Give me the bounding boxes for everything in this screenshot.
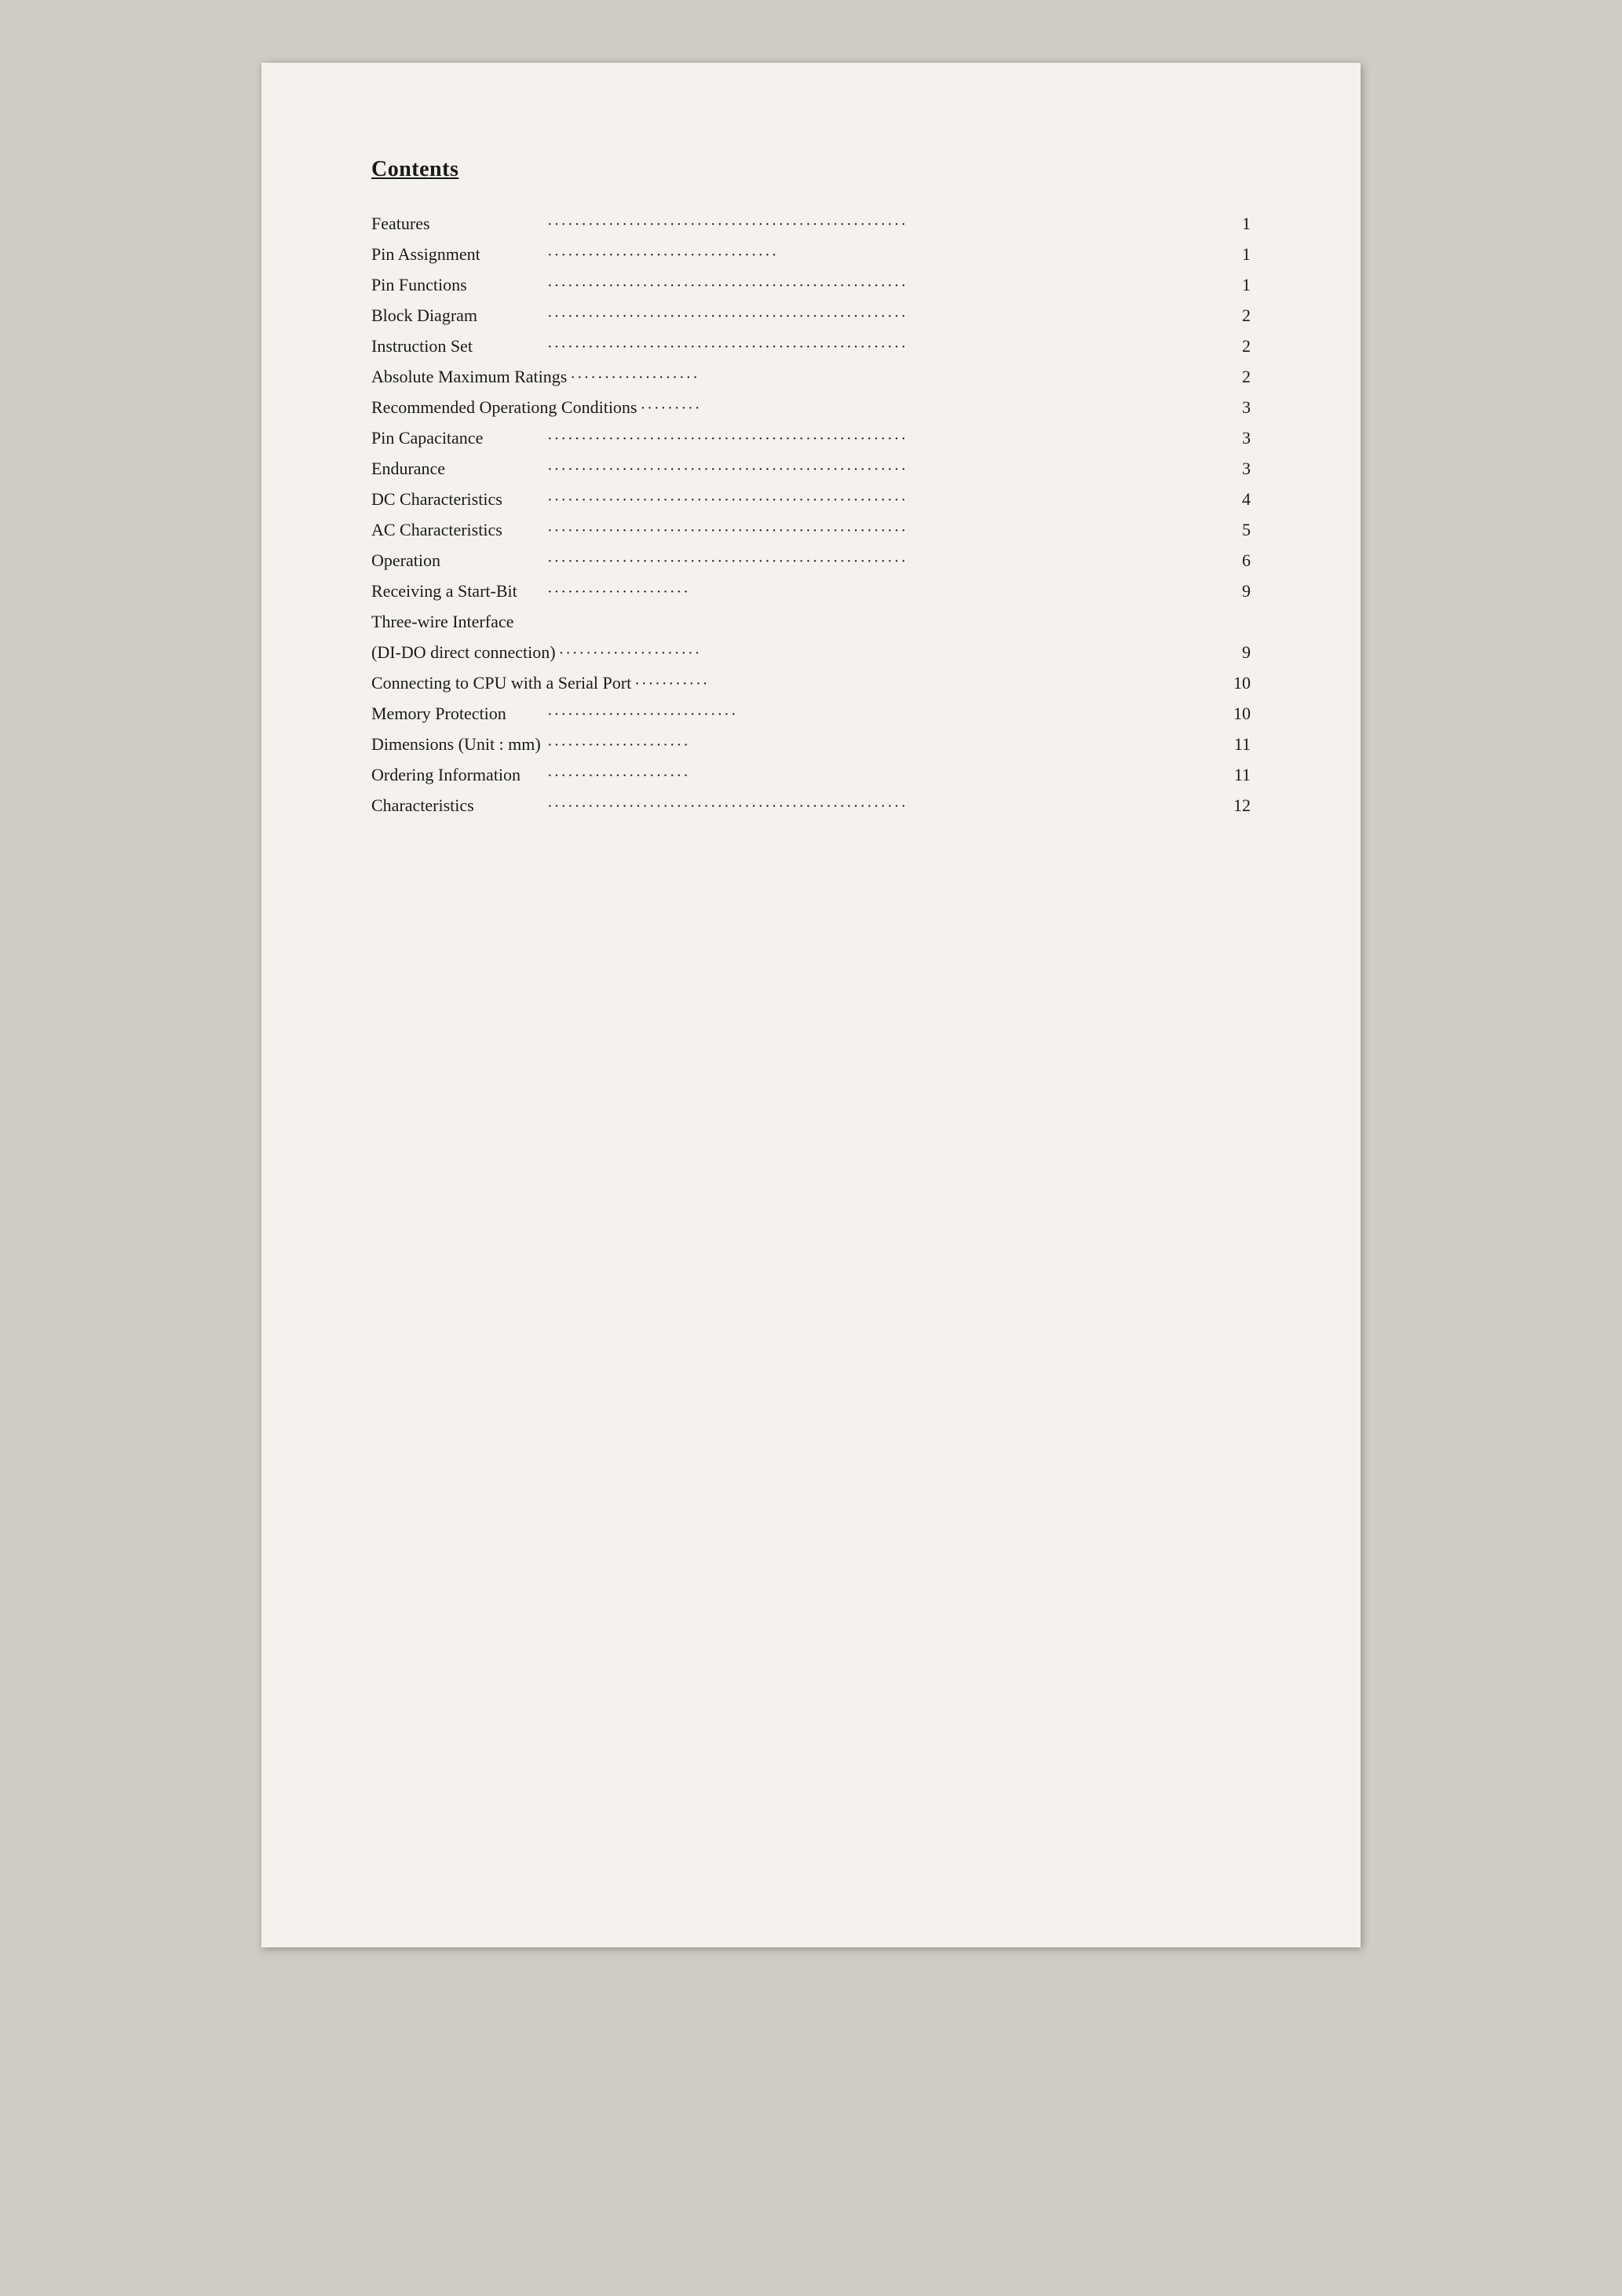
toc-entry-page: 11 [1227, 731, 1251, 757]
toc-entry-label: Features [371, 210, 544, 236]
toc-row: Characteristics·························… [371, 792, 1251, 818]
toc-row: Receiving a Start-Bit···················… [371, 578, 1251, 604]
toc-entry-page: 3 [1227, 425, 1251, 451]
toc-entry-dots: ·································· [544, 243, 1227, 267]
toc-entry-label: Three-wire Interface [371, 609, 544, 634]
toc-entry-label: Absolute Maximum Ratings [371, 364, 567, 389]
contents-heading: Contents [371, 157, 1251, 182]
toc-entry-dots: ··················· [567, 366, 1227, 389]
toc-entry-label: Receiving a Start-Bit [371, 578, 544, 604]
toc-entry-page: 9 [1227, 578, 1251, 604]
toc-entry-page: 10 [1227, 670, 1251, 696]
toc-entry-dots: ········································… [544, 550, 1227, 573]
toc-entry-dots: ········································… [544, 795, 1227, 818]
toc-entry-page: 9 [1227, 639, 1251, 665]
toc-row: DC Characteristics······················… [371, 486, 1251, 512]
toc-entry-dots: ········································… [544, 213, 1227, 236]
toc-row: Pin Capacitance·························… [371, 425, 1251, 451]
toc-entry-dots: ····················· [556, 642, 1227, 665]
toc-entry-page: 2 [1227, 333, 1251, 359]
toc-entry-page: 4 [1227, 486, 1251, 512]
toc-entry-label: Recommended Operationg Conditions [371, 394, 637, 420]
toc-entry-page: 6 [1227, 547, 1251, 573]
toc-entry-dots: ········································… [544, 427, 1227, 451]
toc-entry-dots: ········································… [544, 335, 1227, 359]
toc-entry-page: 1 [1227, 272, 1251, 298]
toc-row: Pin Functions···························… [371, 272, 1251, 298]
toc-entry-label: Operation [371, 547, 544, 573]
toc-entry-page: 5 [1227, 517, 1251, 543]
toc-entry-dots: ····················· [544, 764, 1227, 788]
toc-entry-dots: ····················· [544, 733, 1227, 757]
toc-entry-page: 1 [1227, 241, 1251, 267]
toc-row: (DI-DO direct connection)···············… [371, 639, 1251, 665]
toc-entry-label: Pin Functions [371, 272, 544, 298]
toc-row: Ordering Information····················… [371, 762, 1251, 788]
toc-entry-page: 11 [1227, 762, 1251, 788]
toc-row: Connecting to CPU with a Serial Port····… [371, 670, 1251, 696]
toc-entry-label: Connecting to CPU with a Serial Port [371, 670, 631, 696]
toc-row: Endurance·······························… [371, 455, 1251, 481]
toc-entry-dots: ····················· [544, 580, 1227, 604]
toc-entry-page: 3 [1227, 394, 1251, 420]
toc-entry-dots: ··········· [631, 672, 1227, 696]
toc-entry-dots: ········································… [544, 519, 1227, 543]
toc-entry-page: 10 [1227, 700, 1251, 726]
toc-entry-label: Dimensions (Unit : mm) [371, 731, 544, 757]
toc-row: Operation·······························… [371, 547, 1251, 573]
toc-row: AC Characteristics······················… [371, 517, 1251, 543]
toc-entry-dots: ········································… [544, 488, 1227, 512]
toc-entry-label: Instruction Set [371, 333, 544, 359]
toc-entry-label: Endurance [371, 455, 544, 481]
toc-container: Features································… [371, 210, 1251, 818]
toc-row: Dimensions (Unit : mm)··················… [371, 731, 1251, 757]
toc-entry-dots: ········· [637, 397, 1228, 420]
toc-entry-label: Block Diagram [371, 302, 544, 328]
toc-entry-label: DC Characteristics [371, 486, 544, 512]
toc-entry-label: Memory Protection [371, 700, 544, 726]
toc-row: Pin Assignment··························… [371, 241, 1251, 267]
toc-row: Block Diagram···························… [371, 302, 1251, 328]
toc-entry-label: Pin Assignment [371, 241, 544, 267]
toc-entry-label: (DI-DO direct connection) [371, 639, 556, 665]
toc-entry-label: Characteristics [371, 792, 544, 818]
toc-row: Features································… [371, 210, 1251, 236]
toc-entry-dots: ···························· [544, 703, 1227, 726]
toc-entry-label: Ordering Information [371, 762, 544, 788]
toc-entry-label: Pin Capacitance [371, 425, 544, 451]
toc-entry-dots: ········································… [544, 458, 1227, 481]
toc-entry-page: 1 [1227, 210, 1251, 236]
toc-entry-dots: ········································… [544, 274, 1227, 298]
toc-entry-page: 2 [1227, 302, 1251, 328]
toc-entry-page: 2 [1227, 364, 1251, 389]
toc-row: Recommended Operationg Conditions·······… [371, 394, 1251, 420]
document-page: Contents Features·······················… [261, 63, 1361, 1947]
toc-entry-dots: ········································… [544, 305, 1227, 328]
toc-entry-page: 3 [1227, 455, 1251, 481]
toc-row: Absolute Maximum Ratings················… [371, 364, 1251, 389]
toc-entry-page: 12 [1227, 792, 1251, 818]
toc-row: Instruction Set·························… [371, 333, 1251, 359]
toc-row: Memory Protection·······················… [371, 700, 1251, 726]
toc-row: Three-wire Interface [371, 609, 1251, 634]
toc-entry-label: AC Characteristics [371, 517, 544, 543]
